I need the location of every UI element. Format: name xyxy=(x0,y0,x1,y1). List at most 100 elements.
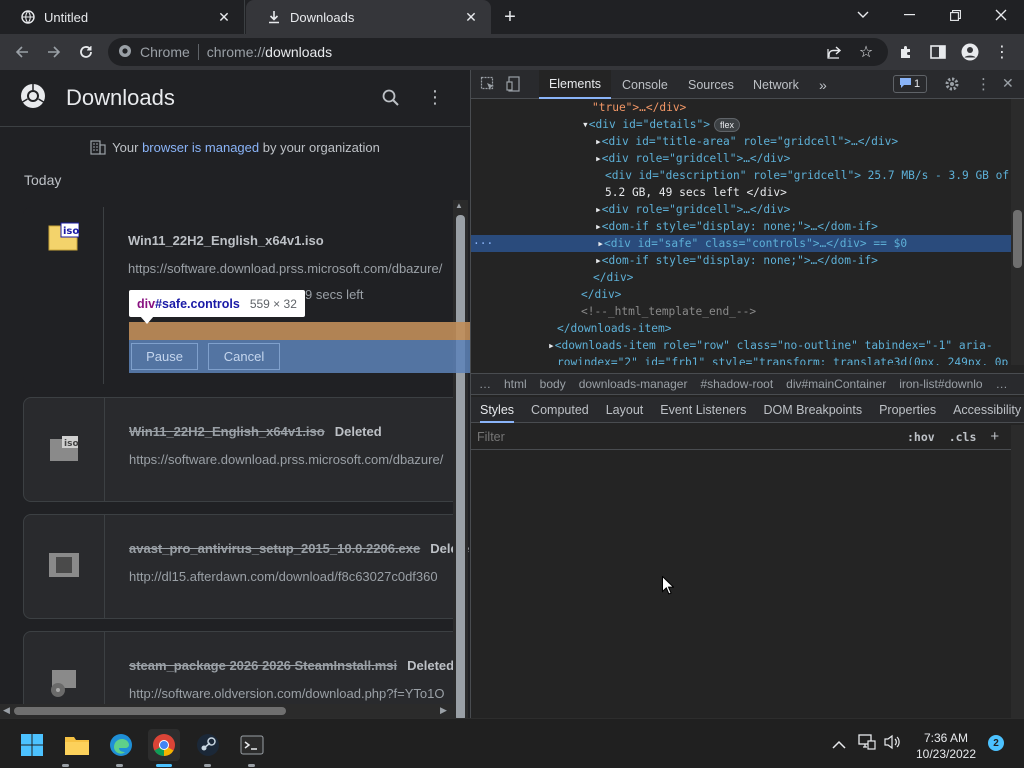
styles-scrollbar[interactable] xyxy=(1011,425,1024,718)
side-panel-icon[interactable] xyxy=(926,40,950,64)
restore-button[interactable] xyxy=(932,0,978,30)
download-filename: steam_package 2026 2026 SteamInstall.msi… xyxy=(129,658,454,673)
tab-sources[interactable]: Sources xyxy=(688,70,734,99)
breadcrumb-item[interactable]: #shadow-root xyxy=(700,377,773,391)
subtab-properties[interactable]: Properties xyxy=(879,397,936,423)
back-button[interactable] xyxy=(10,40,34,64)
download-filename[interactable]: Win11_22H2_English_x64v1.iso xyxy=(128,233,324,248)
forward-button[interactable] xyxy=(42,40,66,64)
device-toolbar-icon[interactable] xyxy=(506,76,522,97)
dom-node[interactable]: 5.2 GB, 49 secs left </div> xyxy=(471,184,1011,201)
url-scheme: chrome:// xyxy=(206,44,266,60)
subtab-computed[interactable]: Computed xyxy=(531,397,589,423)
breadcrumb-item[interactable]: div#mainContainer xyxy=(786,377,886,391)
extensions-icon[interactable] xyxy=(894,40,918,64)
settings-gear-icon[interactable] xyxy=(944,76,960,97)
profile-avatar[interactable] xyxy=(958,40,982,64)
breadcrumb-item[interactable]: … xyxy=(996,377,1008,391)
new-style-rule-icon[interactable]: + xyxy=(990,428,999,445)
close-window-button[interactable] xyxy=(978,0,1024,30)
scroll-right-arrow-icon[interactable]: ▶ xyxy=(440,705,447,716)
filename-text[interactable]: avast_pro_antivirus_setup_2015_10.0.2206… xyxy=(129,541,420,556)
dom-node[interactable]: rowindex="2" id="frb1" style="transform:… xyxy=(471,354,1011,365)
windows-start-icon[interactable] xyxy=(16,729,48,761)
bookmark-star-icon[interactable]: ☆ xyxy=(854,40,878,64)
issues-badge[interactable]: 1 xyxy=(893,75,927,93)
dom-node[interactable]: ▸<div role="gridcell">…</div> xyxy=(471,150,1011,167)
scrollbar-thumb[interactable] xyxy=(14,707,286,715)
edge-browser-icon[interactable] xyxy=(105,729,137,761)
tab-console[interactable]: Console xyxy=(622,70,668,99)
hov-toggle[interactable]: :hov xyxy=(907,430,935,444)
dom-node-selected[interactable]: ··· ▸<div id="safe" class="controls">…</d… xyxy=(471,235,1011,252)
devtools-menu-icon[interactable]: ⋮ xyxy=(976,75,991,93)
dom-node[interactable]: </div> xyxy=(471,286,1011,303)
tab-search-icon[interactable] xyxy=(840,0,886,30)
download-url[interactable]: https://software.download.prss.microsoft… xyxy=(128,261,442,276)
close-devtools-icon[interactable]: ✕ xyxy=(1002,75,1014,92)
flex-badge[interactable]: flex xyxy=(714,118,741,132)
close-icon[interactable]: ✕ xyxy=(463,9,479,25)
terminal-icon[interactable] xyxy=(236,729,268,761)
subtab-event-listeners[interactable]: Event Listeners xyxy=(660,397,746,423)
breadcrumb-item[interactable]: … xyxy=(479,377,491,391)
tab-elements[interactable]: Elements xyxy=(539,70,611,99)
dom-node[interactable]: ▸<div id="title-area" role="gridcell">…<… xyxy=(471,133,1011,150)
reload-button[interactable] xyxy=(74,40,98,64)
dom-node[interactable]: ▾<div id="details"> flex xyxy=(471,116,1011,133)
steam-icon[interactable] xyxy=(192,729,224,761)
search-icon[interactable] xyxy=(382,89,400,112)
more-tabs-icon[interactable]: » xyxy=(819,70,827,99)
scroll-up-arrow-icon[interactable]: ▲ xyxy=(455,201,463,210)
tab-untitled[interactable]: Untitled ✕ xyxy=(0,0,245,34)
volume-icon[interactable] xyxy=(884,734,902,755)
subtab-accessibility[interactable]: Accessibility xyxy=(953,397,1021,423)
download-url[interactable]: http://software.oldversion.com/download.… xyxy=(129,686,444,701)
dom-node[interactable]: <!--_html_template_end_--> xyxy=(471,303,1011,320)
download-url[interactable]: https://software.download.prss.microsoft… xyxy=(129,452,443,467)
cancel-button[interactable]: Cancel xyxy=(208,343,280,370)
share-icon[interactable] xyxy=(822,40,846,64)
subtab-layout[interactable]: Layout xyxy=(606,397,644,423)
pause-button[interactable]: Pause xyxy=(131,343,198,370)
download-url[interactable]: http://dl15.afterdawn.com/download/f8c63… xyxy=(129,569,438,584)
dom-node[interactable]: "true">…</div> xyxy=(471,99,1011,116)
scroll-left-arrow-icon[interactable]: ◀ xyxy=(3,705,10,716)
breadcrumb-item[interactable]: downloads-manager xyxy=(579,377,688,391)
scrollbar-thumb[interactable] xyxy=(456,215,465,718)
tab-downloads[interactable]: Downloads ✕ xyxy=(246,0,491,34)
file-explorer-icon[interactable] xyxy=(61,729,93,761)
subtab-dom-breakpoints[interactable]: DOM Breakpoints xyxy=(763,397,862,423)
filename-text[interactable]: Win11_22H2_English_x64v1.iso xyxy=(129,424,325,439)
subtab-styles[interactable]: Styles xyxy=(480,397,515,423)
minimize-button[interactable] xyxy=(886,0,932,30)
network-icon[interactable] xyxy=(858,734,876,755)
ellipsis-icon[interactable]: ··· xyxy=(471,237,493,250)
more-menu-icon[interactable]: ⋮ xyxy=(426,87,444,108)
filename-text[interactable]: steam_package 2026 2026 SteamInstall.msi xyxy=(129,658,397,673)
address-bar[interactable]: Chrome chrome://downloads xyxy=(108,38,888,66)
dom-node[interactable]: ▸<dom-if style="display: none;">…</dom-i… xyxy=(471,252,1011,269)
managed-link[interactable]: browser is managed xyxy=(142,140,259,155)
close-icon[interactable]: ✕ xyxy=(216,9,232,25)
cls-toggle[interactable]: .cls xyxy=(949,430,977,444)
breadcrumb-item[interactable]: iron-list#downlo xyxy=(899,377,982,391)
chevron-up-icon[interactable] xyxy=(832,736,846,754)
chrome-taskbar-icon[interactable] xyxy=(148,729,180,761)
notification-badge[interactable]: 2 xyxy=(988,735,1004,751)
dom-node[interactable]: ▸<div role="gridcell">…</div> xyxy=(471,201,1011,218)
system-clock[interactable]: 7:36 AM 10/23/2022 xyxy=(908,730,984,762)
dom-node[interactable]: ▸<downloads-item role="row" class="no-ou… xyxy=(471,337,1011,354)
dom-node[interactable]: <div id="description" role="gridcell"> 2… xyxy=(471,167,1011,184)
filter-input[interactable] xyxy=(477,429,897,444)
tab-network[interactable]: Network xyxy=(753,70,799,99)
inspect-element-icon[interactable] xyxy=(480,76,496,97)
breadcrumb-item[interactable]: html xyxy=(504,377,527,391)
new-tab-button[interactable]: + xyxy=(498,5,522,29)
breadcrumb-item[interactable]: body xyxy=(540,377,566,391)
dom-node[interactable]: ▸<dom-if style="display: none;">…</dom-i… xyxy=(471,218,1011,235)
kebab-menu-icon[interactable]: ⋮ xyxy=(990,40,1014,64)
dom-node[interactable]: </div> xyxy=(471,269,1011,286)
scrollbar-thumb[interactable] xyxy=(1013,210,1022,268)
dom-node[interactable]: </downloads-item> xyxy=(471,320,1011,337)
